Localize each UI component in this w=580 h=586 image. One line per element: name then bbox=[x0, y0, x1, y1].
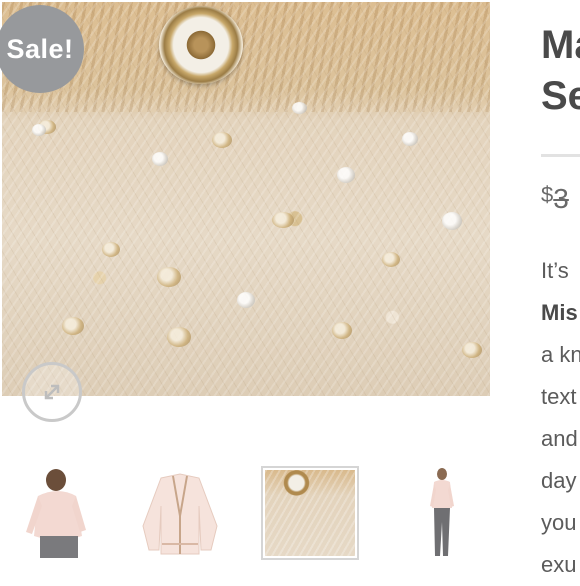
description-line: you bbox=[541, 510, 577, 535]
sequin bbox=[157, 267, 181, 287]
original-price: 3 bbox=[553, 183, 569, 214]
description-line: day bbox=[541, 468, 577, 493]
description-line: a kn bbox=[541, 342, 580, 367]
cardigan-button-image bbox=[159, 6, 243, 84]
product-title: Ma Se bbox=[541, 20, 580, 122]
description-line: and bbox=[541, 426, 578, 451]
sequin bbox=[462, 342, 482, 358]
sequin bbox=[62, 317, 84, 335]
zoom-button[interactable] bbox=[22, 362, 82, 422]
thumbnail-cardigan-flat[interactable] bbox=[131, 466, 229, 560]
thumbnail-model-full-image bbox=[390, 466, 488, 560]
description-line: Mis bbox=[541, 300, 578, 325]
sale-badge: Sale! bbox=[0, 5, 84, 93]
sequin bbox=[402, 132, 418, 146]
thumbnail-gallery bbox=[0, 466, 490, 566]
thumbnail-sequin-detail[interactable] bbox=[261, 466, 359, 560]
thumbnail-cardigan-flat-image bbox=[131, 466, 229, 560]
product-title-line: Se bbox=[541, 74, 580, 118]
thumbnail-model-front[interactable] bbox=[10, 466, 108, 560]
sequin bbox=[272, 212, 294, 228]
description-line: text bbox=[541, 384, 577, 409]
price-currency: $ bbox=[541, 182, 554, 207]
sequin bbox=[212, 132, 232, 148]
expand-arrows-icon bbox=[44, 384, 60, 400]
sequin bbox=[292, 102, 307, 114]
thumbnail-sequin-detail-image bbox=[265, 470, 355, 556]
sequin bbox=[167, 327, 191, 347]
thumbnail-model-full[interactable] bbox=[390, 466, 488, 560]
product-price: $3 bbox=[541, 182, 569, 215]
product-title-line: Ma bbox=[541, 23, 580, 67]
sequin bbox=[332, 322, 352, 339]
sequin bbox=[337, 167, 355, 183]
sequin bbox=[382, 252, 400, 267]
sequin bbox=[442, 212, 462, 230]
sequin bbox=[32, 124, 46, 136]
sequin bbox=[102, 242, 120, 257]
title-divider bbox=[541, 154, 580, 157]
description-line: It’s bbox=[541, 258, 569, 283]
product-description: It’s Mis a kn text and day you exu bbox=[541, 250, 580, 586]
thumbnail-model-front-image bbox=[10, 466, 108, 560]
sequin bbox=[152, 152, 168, 166]
sequin bbox=[237, 292, 255, 308]
